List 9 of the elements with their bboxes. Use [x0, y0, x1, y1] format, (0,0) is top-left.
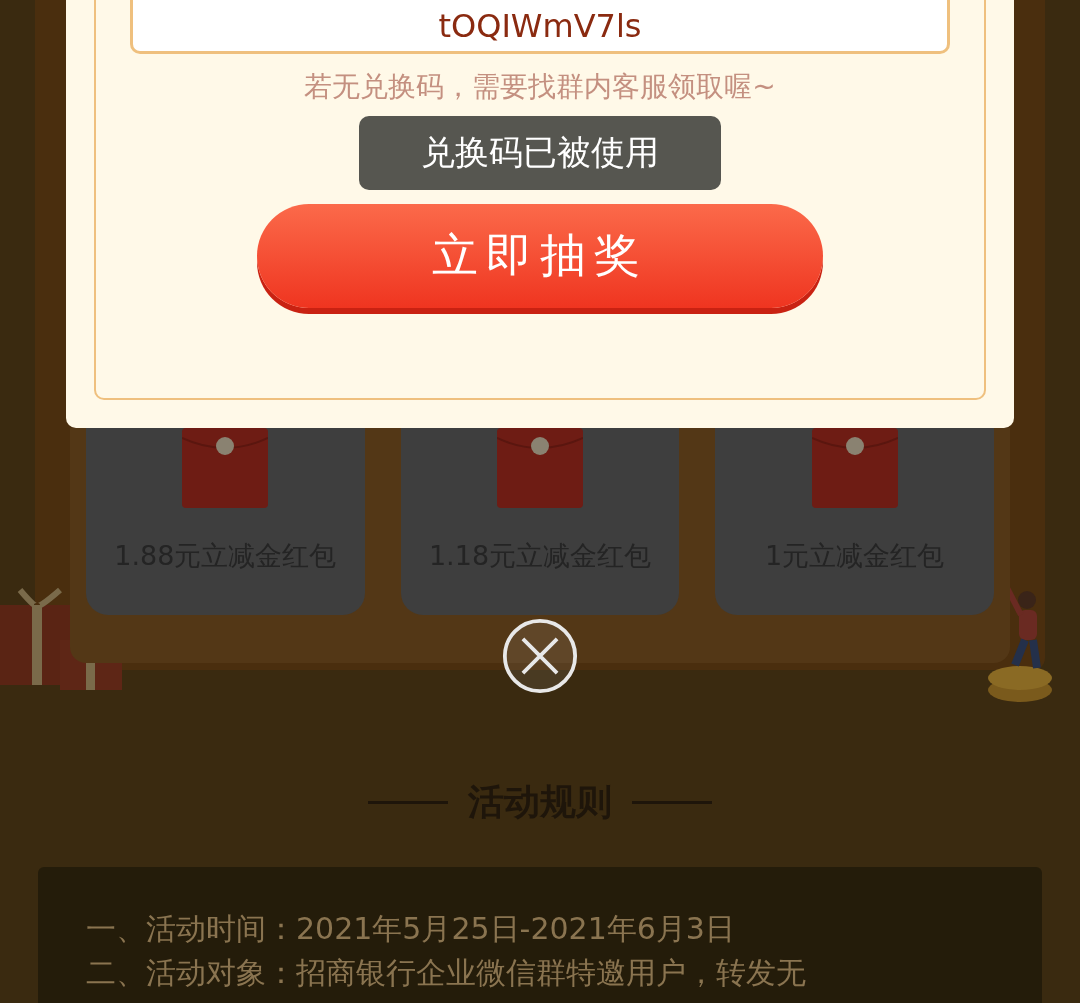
code-input-field[interactable]: tOQIWmV7ls: [130, 0, 950, 54]
toast-message: 兑换码已被使用: [359, 116, 721, 190]
rule-text: 一、活动时间：2021年5月25日-2021年6月3日: [86, 910, 736, 948]
envelope-icon: [182, 428, 269, 508]
envelope-icon: [811, 428, 898, 508]
close-icon[interactable]: [502, 618, 578, 694]
hint-text: 若无兑换码，需要找群内客服领取喔~: [304, 69, 776, 105]
rule-text: 二、活动对象：招商银行企业微信群特邀用户，转发无: [86, 954, 807, 992]
envelope-icon: [497, 428, 583, 508]
